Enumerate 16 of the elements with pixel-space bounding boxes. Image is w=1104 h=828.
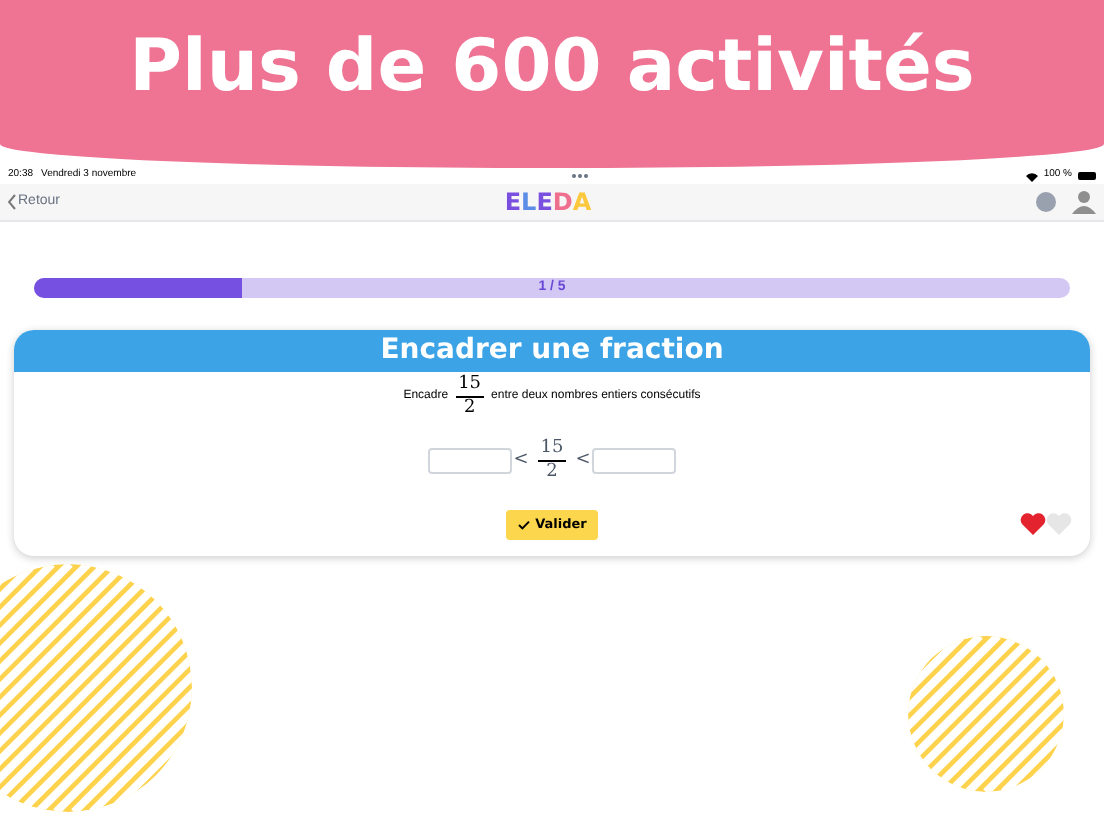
user-icon[interactable] xyxy=(1072,190,1096,214)
fraction-denominator: 2 xyxy=(546,462,558,482)
card-title: Encadrer une fraction xyxy=(380,332,724,370)
banner-title: Plus de 600 activités xyxy=(129,24,975,112)
less-than-sign: < xyxy=(513,447,529,474)
checkmark-icon xyxy=(517,520,530,530)
fraction-numerator: 15 xyxy=(456,376,484,398)
wifi-icon xyxy=(1025,171,1038,181)
fraction-denominator: 2 xyxy=(463,398,476,418)
chevron-left-icon xyxy=(8,194,16,210)
battery-icon xyxy=(1078,172,1096,180)
less-than-sign: < xyxy=(575,447,591,474)
fraction-numerator: 15 xyxy=(538,440,566,462)
logo: ELEDA xyxy=(504,190,592,214)
answer-field[interactable] xyxy=(427,448,512,474)
answer-field[interactable] xyxy=(592,448,677,474)
